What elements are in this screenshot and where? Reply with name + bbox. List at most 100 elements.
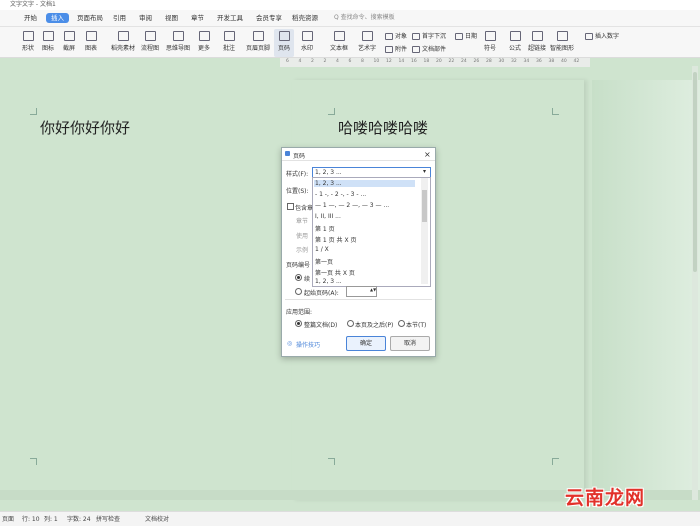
apply-scope-label: 应用范围: xyxy=(286,309,313,316)
spinner-arrows-icon[interactable]: ▲▼ xyxy=(370,287,376,292)
apply-section-label: 本节(T) xyxy=(406,322,427,329)
insert-number-button[interactable]: 插入数字 xyxy=(585,31,619,40)
date-button[interactable]: 日期 xyxy=(455,31,477,40)
header-footer-button[interactable]: 页眉页脚 xyxy=(243,31,273,52)
comment-button[interactable]: 批注 xyxy=(220,31,238,52)
continue-radio[interactable] xyxy=(295,274,302,281)
horizontal-ruler[interactable]: 6 4 2 2 4 6 8 10 12 14 16 18 20 22 24 26 28 30 32 34 36 38 40 4… xyxy=(280,58,590,67)
ruler-tick-label: 30 xyxy=(498,59,505,64)
ruler-tick-label: 24 xyxy=(461,59,467,64)
apply-after-radio[interactable] xyxy=(347,320,354,327)
crop-mark xyxy=(328,458,335,465)
header-footer-label: 页眉页脚 xyxy=(245,45,270,52)
object-label: 对象 xyxy=(395,33,408,40)
menu-item-references[interactable]: 引用 xyxy=(111,13,128,23)
drop-cap-button[interactable]: 首字下沉 xyxy=(412,31,446,40)
flowchart-icon xyxy=(144,31,156,41)
close-icon[interactable]: × xyxy=(424,150,431,159)
comment-icon xyxy=(223,31,235,41)
apply-section-radio[interactable] xyxy=(398,320,405,327)
status-wordcount[interactable]: 字数: 24 xyxy=(67,514,91,523)
page-left[interactable]: 你好你好你好 xyxy=(0,80,283,500)
style-option[interactable]: 第一页 xyxy=(315,257,333,266)
menu-item-member[interactable]: 会员专享 xyxy=(254,13,284,23)
menu-item-insert[interactable]: 插入 xyxy=(46,13,69,23)
docer-material-button[interactable]: 稻壳素材 xyxy=(108,31,138,52)
continue-label: 续 xyxy=(304,276,311,283)
attachment-button[interactable]: 附件 xyxy=(385,44,407,53)
style-select-value: 1, 2, 3 ... xyxy=(315,169,342,176)
style-option[interactable]: I, II, III ... xyxy=(315,213,341,220)
separator-label: 使用 xyxy=(296,233,309,240)
document-tab[interactable]: 文字文字 - 文档1 xyxy=(10,0,56,9)
style-option[interactable]: - 1 -, - 2 -, - 3 - ... xyxy=(315,191,366,198)
include-chapter-checkbox[interactable] xyxy=(287,203,294,210)
ok-button[interactable]: 确定 xyxy=(346,336,386,351)
style-option[interactable]: 第 1 页 xyxy=(315,224,335,233)
icons-button[interactable]: 图标 xyxy=(38,31,58,52)
symbol-icon xyxy=(484,31,496,41)
style-option[interactable]: 1 / X xyxy=(315,246,329,253)
shapes-button[interactable]: 形状 xyxy=(18,31,38,52)
screenshot-button[interactable]: 截屏 xyxy=(58,31,80,52)
symbol-button[interactable]: 符号 xyxy=(480,31,500,52)
numbering-label: 页码编号 xyxy=(286,262,311,269)
formula-button[interactable]: 公式 xyxy=(505,31,525,52)
tips-icon: ◎ xyxy=(287,340,293,347)
style-option[interactable]: 1, 2, 3 ... xyxy=(314,180,415,187)
ruler-tick-label: 6 xyxy=(286,59,289,64)
status-proofread[interactable]: 文档校对 xyxy=(145,514,169,523)
ruler-tick-label: 34 xyxy=(523,59,530,64)
menu-item-section[interactable]: 章节 xyxy=(189,13,206,23)
menu-item-review[interactable]: 审阅 xyxy=(137,13,154,23)
command-search-input[interactable]: Q 查找命令、搜索模板 xyxy=(334,13,406,23)
object-button[interactable]: 对象 xyxy=(385,31,407,40)
scrollbar-thumb[interactable] xyxy=(693,72,697,272)
hyperlink-icon xyxy=(531,31,543,41)
screenshot-label: 截屏 xyxy=(62,45,75,52)
textbox-button[interactable]: 文本框 xyxy=(327,31,351,52)
menu-item-view[interactable]: 视图 xyxy=(163,13,180,23)
style-option[interactable]: 第一页 共 X 页 xyxy=(315,268,355,277)
start-page-radio[interactable] xyxy=(295,288,302,295)
crop-mark xyxy=(552,458,559,465)
hyperlink-button[interactable]: 超链接 xyxy=(526,31,548,52)
ruler-tick-label: 6 xyxy=(348,59,352,64)
more-button[interactable]: 更多 xyxy=(194,31,214,52)
doc-parts-button[interactable]: 文档部件 xyxy=(412,44,446,53)
status-spellcheck[interactable]: 拼写检查 xyxy=(96,514,120,523)
doc-parts-label: 文档部件 xyxy=(422,46,447,53)
style-option[interactable]: — 1 —, — 2 —, — 3 — ... xyxy=(315,202,389,209)
menu-item-home[interactable]: 开始 xyxy=(22,13,39,23)
date-icon xyxy=(455,33,463,40)
formula-icon xyxy=(509,31,521,41)
ruler-tick-label: 20 xyxy=(436,59,442,64)
crop-mark xyxy=(30,108,37,115)
header-footer-icon xyxy=(252,31,264,41)
tips-link[interactable]: 操作技巧 xyxy=(296,340,320,349)
menu-item-developer[interactable]: 开发工具 xyxy=(215,13,245,23)
menu-item-docer[interactable]: 稻壳资源 xyxy=(290,13,320,23)
watermark-button[interactable]: 水印 xyxy=(297,31,317,52)
ruler-tick-label: 26 xyxy=(473,59,480,64)
apply-whole-doc-radio[interactable] xyxy=(295,320,302,327)
flowchart-button[interactable]: 流程图 xyxy=(138,31,162,52)
smartart-button[interactable]: 智能图形 xyxy=(550,31,574,52)
wordart-button[interactable]: 艺术字 xyxy=(355,31,379,52)
chart-button[interactable]: 图表 xyxy=(80,31,102,52)
style-option[interactable]: 第 1 页 共 X 页 xyxy=(315,235,356,244)
chart-label: 图表 xyxy=(84,45,97,52)
style-option[interactable]: 1, 2, 3 ... xyxy=(315,278,342,285)
more-icon xyxy=(198,31,210,41)
menu-item-layout[interactable]: 页面布局 xyxy=(75,13,105,23)
status-column: 列: 1 xyxy=(44,516,58,523)
cancel-button[interactable]: 取消 xyxy=(390,336,430,351)
hyperlink-label: 超链接 xyxy=(527,45,546,52)
watermark-label: 水印 xyxy=(300,45,313,52)
list-scrollbar-thumb[interactable] xyxy=(422,190,427,222)
ruler-tick-label: 14 xyxy=(398,59,405,64)
mindmap-button[interactable]: 思维导图 xyxy=(163,31,193,52)
start-page-spinner[interactable]: ▲▼ xyxy=(346,286,377,297)
style-options-list[interactable]: 1, 2, 3 ... - 1 -, - 2 -, - 3 - ... — 1 … xyxy=(312,177,431,287)
page-number-button[interactable]: 页码 xyxy=(274,29,294,57)
